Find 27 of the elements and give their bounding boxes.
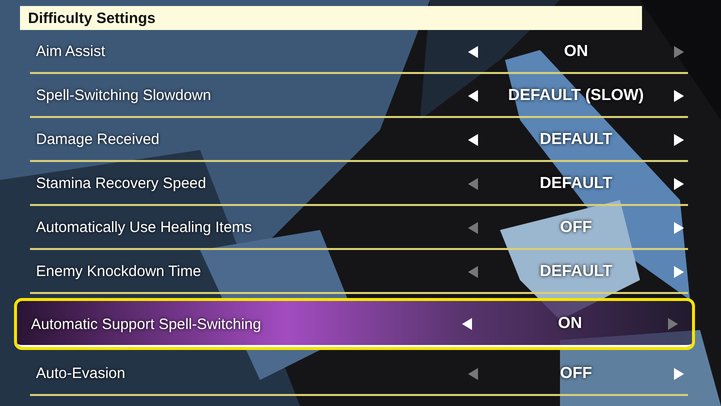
- right-arrow-icon[interactable]: [674, 222, 684, 234]
- setting-row[interactable]: Damage Received DEFAULT: [30, 119, 688, 162]
- setting-label: Stamina Recovery Speed: [36, 175, 208, 192]
- setting-label: Automatically Use Healing Items: [36, 219, 253, 236]
- setting-value: DEFAULT: [538, 130, 614, 148]
- right-arrow-icon[interactable]: [674, 178, 684, 190]
- selected-setting-row[interactable]: Automatic Support Spell-Switching ON: [14, 298, 695, 350]
- setting-row[interactable]: Aim Assist ON: [30, 31, 688, 74]
- setting-label: Automatic Support Spell-Switching: [31, 316, 262, 332]
- setting-value: ON: [563, 42, 589, 60]
- left-arrow-icon[interactable]: [462, 318, 472, 330]
- right-arrow-icon[interactable]: [674, 134, 684, 146]
- left-arrow-icon[interactable]: [468, 46, 478, 58]
- left-arrow-icon[interactable]: [468, 90, 478, 102]
- left-arrow-icon[interactable]: [468, 134, 478, 146]
- setting-label: Damage Received: [36, 131, 160, 148]
- header-title: Difficulty Settings: [28, 10, 156, 26]
- setting-value: ON: [557, 315, 583, 333]
- setting-row[interactable]: Automatically Use Healing Items OFF: [30, 207, 688, 250]
- setting-value: OFF: [559, 364, 593, 382]
- setting-label: Aim Assist: [36, 43, 106, 60]
- setting-label: Auto-Evasion: [36, 365, 126, 382]
- setting-value: OFF: [559, 218, 593, 236]
- setting-label: Enemy Knockdown Time: [36, 263, 202, 280]
- right-arrow-icon[interactable]: [674, 90, 684, 102]
- setting-value: DEFAULT: [538, 262, 614, 280]
- setting-label: Spell-Switching Slowdown: [36, 87, 212, 104]
